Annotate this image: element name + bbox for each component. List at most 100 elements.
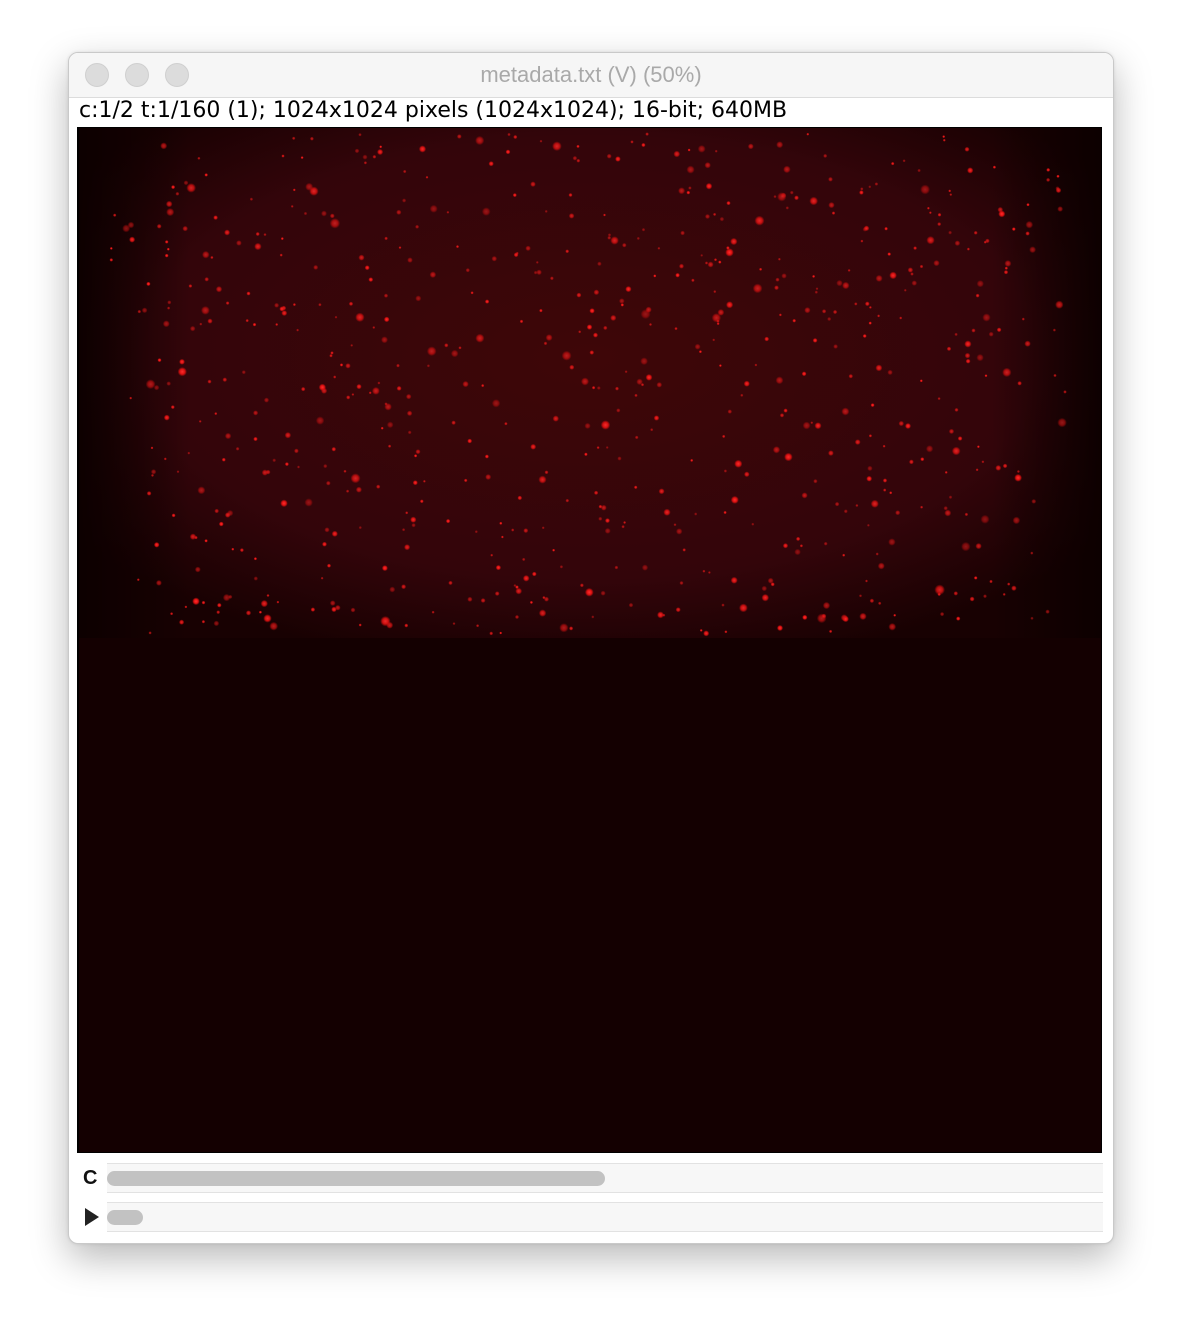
title-bar[interactable]: metadata.txt (V) (50%)	[69, 53, 1113, 98]
fluorescent-spot	[1011, 227, 1016, 232]
fluorescent-spot	[998, 210, 1006, 218]
fluorescent-spot	[1017, 381, 1022, 386]
fluorescent-spot	[618, 298, 625, 304]
fluorescent-spot	[170, 405, 175, 410]
fluorescent-spot	[200, 305, 210, 315]
fluorescent-spot	[396, 363, 400, 368]
fluorescent-spot	[276, 600, 280, 604]
fluorescent-spot	[854, 302, 858, 306]
fluorescence-image[interactable]	[79, 128, 1102, 1152]
fluorescent-spot	[358, 526, 362, 530]
play-icon[interactable]	[85, 1208, 99, 1226]
fluorescent-spot	[633, 485, 638, 490]
fluorescent-spot	[189, 325, 196, 332]
fluorescent-spot	[386, 421, 394, 429]
fluorescent-spot	[794, 548, 801, 556]
channel-slider-track[interactable]	[107, 1163, 1103, 1193]
fluorescent-spot	[214, 508, 220, 514]
fluorescent-spot	[401, 584, 407, 590]
fluorescent-spot	[488, 161, 494, 167]
fluorescent-spot	[284, 462, 289, 467]
fluorescent-spot	[1024, 340, 1031, 347]
fluorescent-spot	[544, 470, 549, 475]
fluorescent-spot	[350, 473, 361, 484]
fluorescent-spot	[292, 303, 296, 307]
fluorescent-spot	[657, 246, 661, 250]
fluorescent-spot	[975, 542, 982, 550]
fluorescent-spot	[937, 212, 942, 217]
fluorescent-spot	[199, 322, 203, 326]
fluorescent-spot	[1011, 585, 1017, 591]
fluorescent-spot	[166, 208, 175, 217]
fluorescent-spot	[192, 597, 200, 606]
image-canvas[interactable]	[77, 127, 1102, 1153]
time-slider-thumb[interactable]	[107, 1210, 143, 1225]
fluorescent-spot	[957, 436, 963, 441]
fluorescent-spot	[354, 148, 360, 154]
fluorescent-spot	[877, 314, 881, 318]
fluorescent-spot	[148, 631, 152, 635]
fluorescent-spot	[275, 323, 279, 326]
fluorescent-spot	[269, 621, 279, 631]
fluorescent-spot	[828, 176, 833, 182]
fluorescent-spot	[241, 370, 246, 375]
fluorescent-spot	[177, 367, 187, 377]
fluorescent-spot	[415, 224, 420, 229]
fluorescent-spot	[396, 385, 402, 391]
fluorescent-spot	[163, 414, 170, 421]
fluorescent-spot	[650, 428, 654, 432]
fluorescent-spot	[778, 313, 782, 317]
fluorescent-spot	[785, 206, 789, 210]
fluorescent-spot	[584, 452, 588, 457]
fluorescent-spot	[855, 503, 859, 508]
fluorescent-spot	[622, 242, 627, 248]
fluorescent-spot	[245, 318, 249, 323]
fluorescent-spot	[398, 246, 402, 250]
fluorescent-spot	[513, 252, 519, 258]
fluorescent-spot	[703, 630, 710, 637]
fluorescent-spot	[1003, 270, 1009, 275]
fluorescent-spot	[597, 261, 602, 267]
fluorescent-spot	[653, 415, 660, 421]
fluorescent-spot	[334, 315, 338, 319]
fluorescent-spot	[109, 246, 113, 250]
fluorescent-spot	[189, 533, 197, 540]
fluorescent-spot	[266, 594, 270, 597]
fluorescent-spot	[576, 158, 581, 163]
fluorescent-spot	[730, 237, 738, 246]
fluorescent-spot	[429, 204, 438, 213]
fluorescent-spot	[514, 614, 520, 620]
fluorescent-spot	[630, 140, 634, 144]
fluorescent-spot	[153, 541, 160, 548]
fluorescent-spot	[182, 225, 188, 232]
vignette-right	[992, 128, 1101, 638]
fluorescent-spot	[507, 132, 511, 137]
fluorescent-spot	[455, 245, 460, 249]
fluorescent-spot	[770, 582, 775, 587]
fluorescent-spot	[682, 548, 686, 552]
fluorescent-spot	[675, 528, 683, 535]
fluorescent-spot	[607, 235, 612, 240]
fluorescent-spot	[961, 541, 971, 552]
fluorescent-spot	[274, 302, 280, 308]
time-slider-track[interactable]	[107, 1202, 1103, 1232]
fluorescent-spot	[1046, 167, 1051, 172]
fluorescent-spot	[519, 319, 524, 324]
fluorescent-spot	[804, 307, 811, 314]
fluorescent-spot	[648, 322, 653, 327]
fluorescent-spot	[866, 475, 873, 482]
fluorescent-spot	[561, 350, 572, 361]
fluorescent-spot	[1031, 499, 1037, 504]
fluorescent-spot	[127, 221, 135, 229]
channel-slider-thumb[interactable]	[107, 1171, 605, 1186]
fluorescent-spot	[372, 154, 377, 159]
fluorescent-spot	[606, 153, 612, 159]
fluorescent-spot	[773, 195, 777, 199]
fluorescent-spot	[888, 538, 896, 546]
fluorescent-spot	[384, 236, 388, 241]
fluorescent-spot	[944, 470, 948, 474]
fluorescent-spot	[322, 541, 327, 547]
fluorescent-spot	[568, 192, 573, 198]
fluorescent-spot	[329, 600, 336, 606]
fluorescent-spot	[842, 615, 849, 623]
